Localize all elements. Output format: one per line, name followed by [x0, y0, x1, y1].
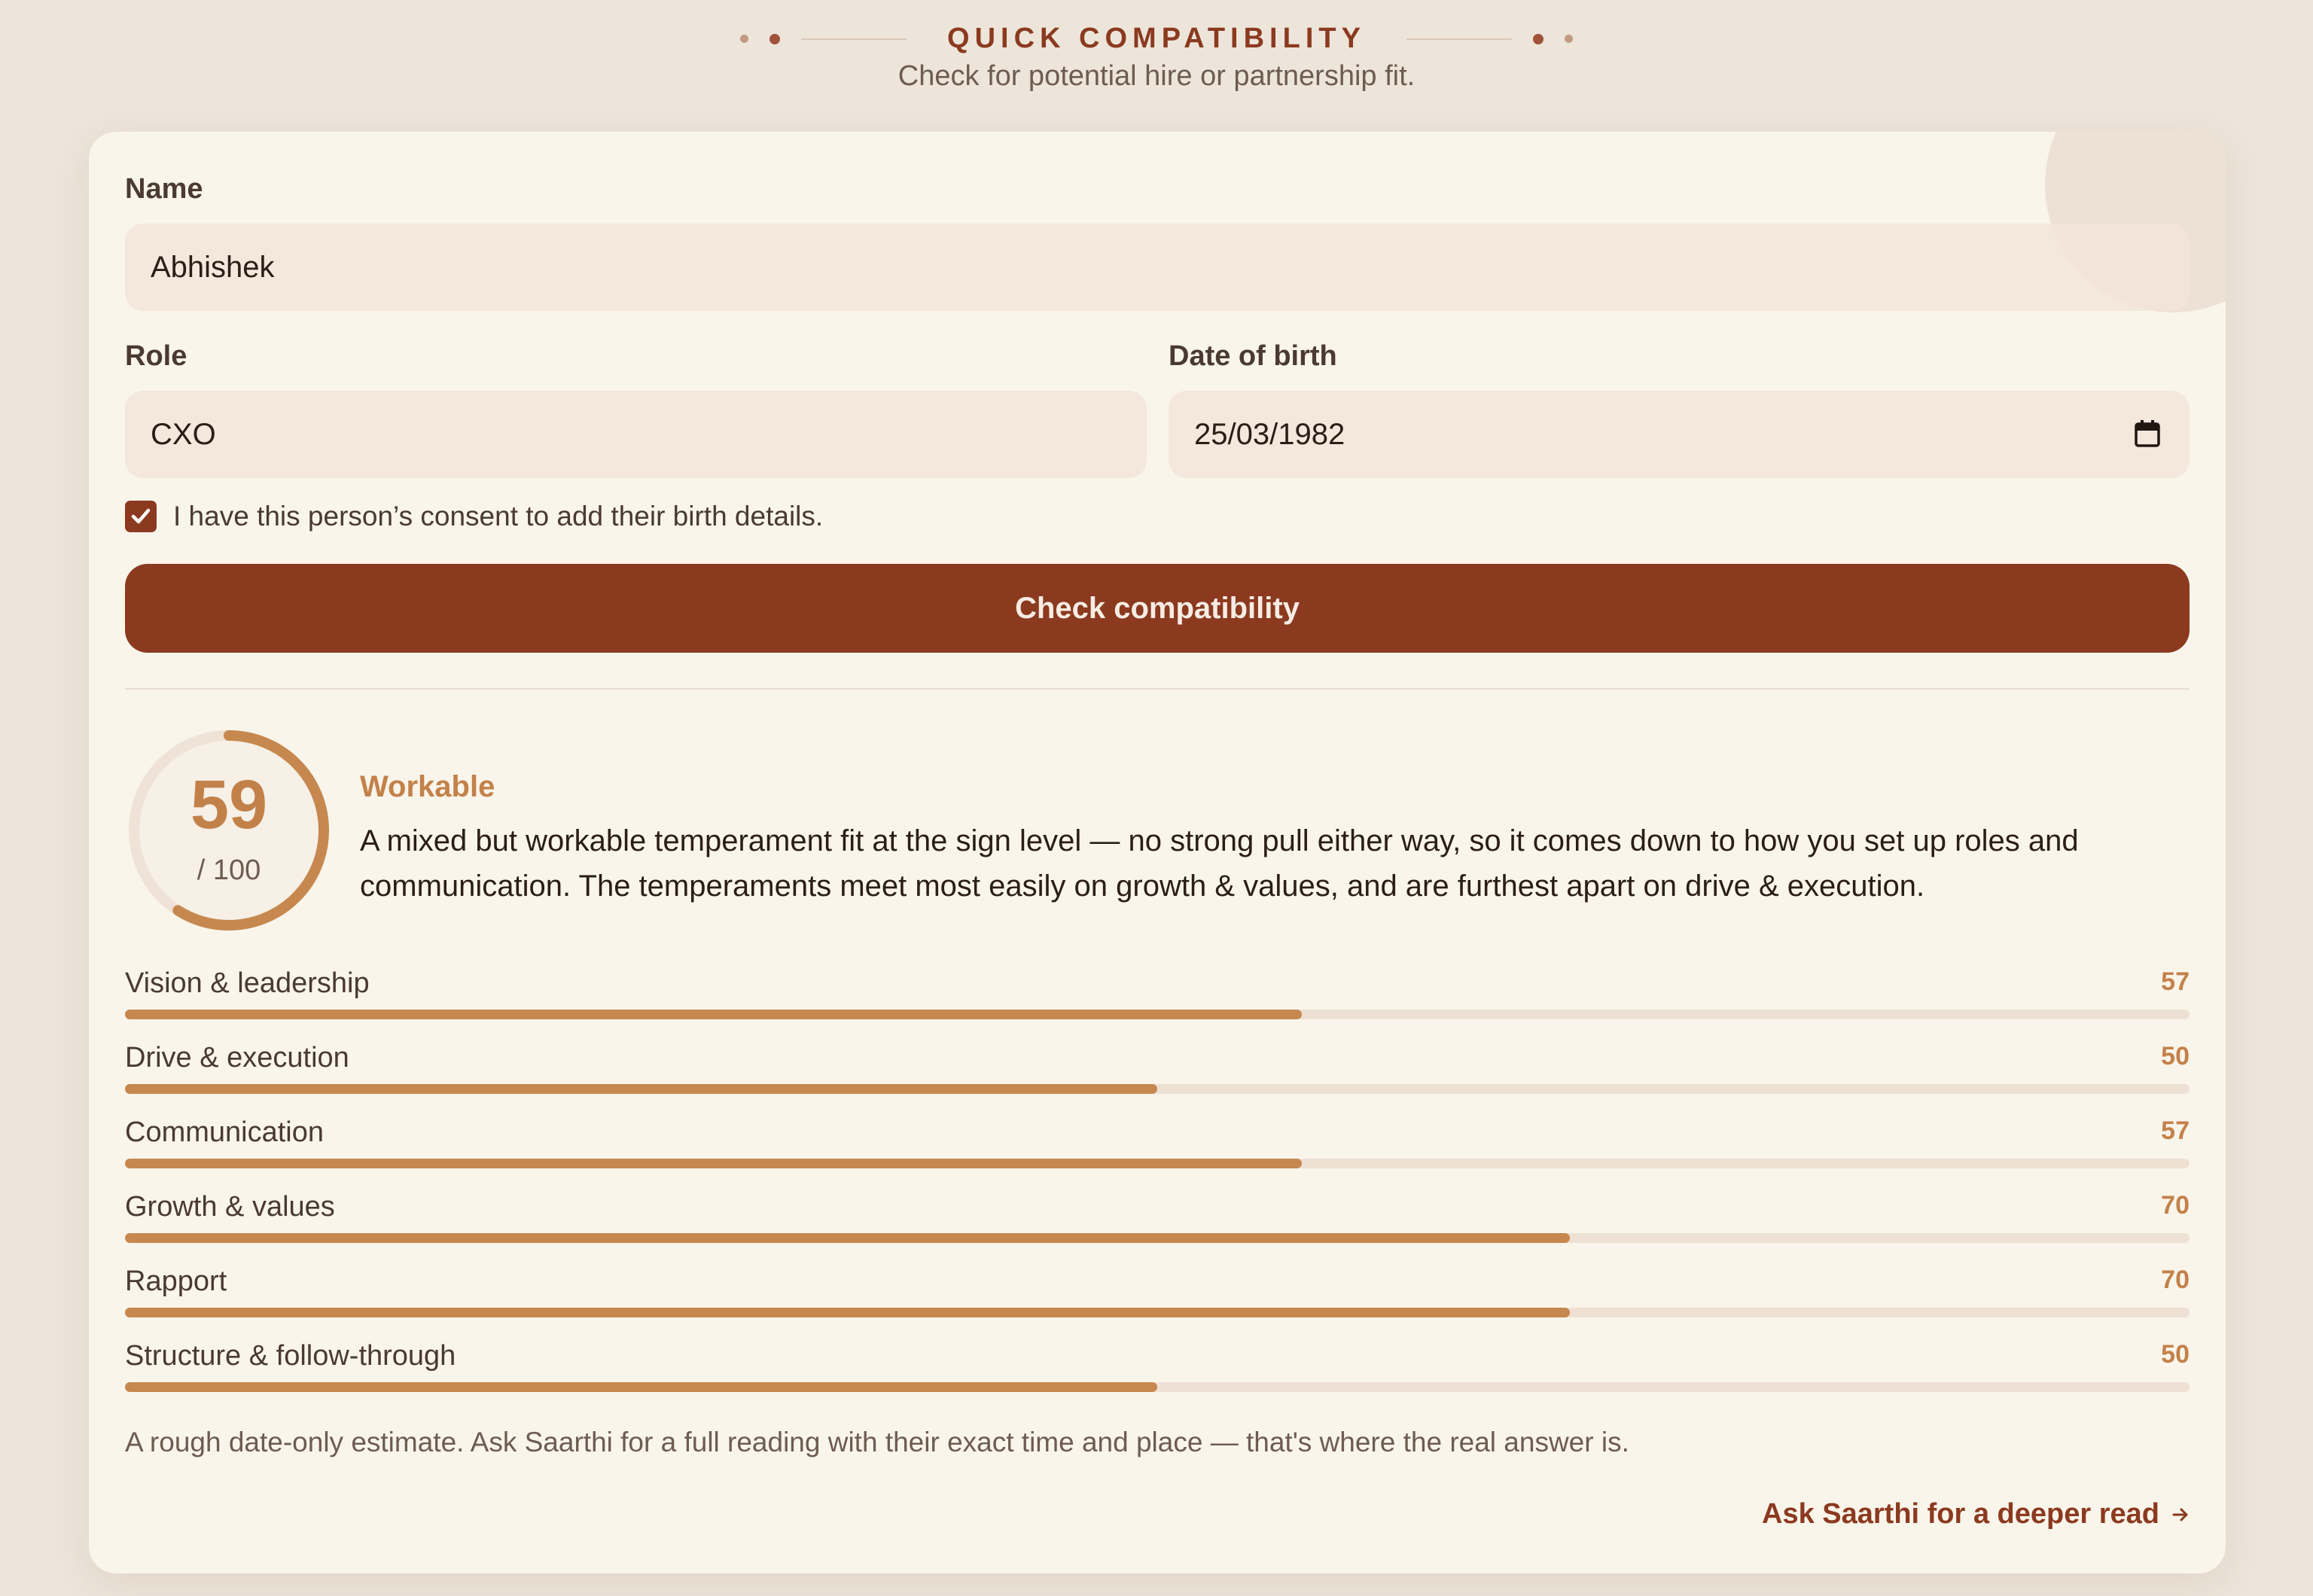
consent-text: I have this person’s consent to add thei…: [173, 501, 824, 531]
metric-label: Structure & follow-through: [125, 1340, 456, 1372]
score-total: / 100: [197, 854, 261, 886]
metric-bar-track: [125, 1308, 2190, 1317]
dob-input[interactable]: 25/03/1982: [1169, 391, 2190, 478]
decor-dot-icon: [769, 33, 781, 44]
role-input[interactable]: CXO: [125, 391, 1147, 478]
metric-score: 57: [2161, 967, 2190, 996]
metric-bar-fill: [125, 1233, 1571, 1243]
checkmark-icon: [131, 508, 151, 524]
metric-bar-track: [125, 1159, 2190, 1168]
metric-bar-fill: [125, 1010, 1302, 1019]
score-gauge: 59 / 100: [125, 726, 333, 934]
metric-bar-fill: [125, 1084, 1157, 1094]
calendar-icon[interactable]: [2134, 419, 2161, 448]
dob-label: Date of birth: [1169, 340, 1337, 372]
metric-score: 70: [2161, 1266, 2190, 1294]
metric-row: Rapport 70: [125, 1266, 2190, 1326]
metric-score: 50: [2161, 1042, 2190, 1071]
arrow-right-icon: [2172, 1508, 2188, 1521]
section-eyebrow: QUICK COMPATIBILITY: [947, 23, 1366, 54]
decor-dot-icon: [740, 35, 749, 43]
compatibility-card: Name Abhishek Role CXO Date of birth 25/…: [89, 132, 2226, 1573]
name-label: Name: [125, 173, 203, 205]
footnote: A rough date-only estimate. Ask Saarthi …: [125, 1427, 1629, 1457]
metric-row: Vision & leadership 57: [125, 967, 2190, 1028]
metric-label: Rapport: [125, 1266, 227, 1297]
metric-bar-track: [125, 1233, 2190, 1243]
consent-row[interactable]: I have this person’s consent to add thei…: [125, 501, 823, 532]
section-subtitle: Check for potential hire or partnership …: [897, 60, 1416, 92]
metric-row: Structure & follow-through 50: [125, 1340, 2190, 1400]
metric-score: 70: [2161, 1191, 2190, 1220]
metric-label: Growth & values: [125, 1191, 335, 1223]
metric-bar-fill: [125, 1308, 1571, 1317]
metric-label: Communication: [125, 1116, 324, 1148]
name-input[interactable]: Abhishek: [125, 224, 2190, 311]
role-label: Role: [125, 340, 187, 372]
metric-bar-fill: [125, 1159, 1302, 1168]
section-header: QUICK COMPATIBILITY Check for potential …: [0, 0, 2313, 120]
metric-bar-track: [125, 1382, 2190, 1392]
summary-text: A mixed but workable temperament fit at …: [360, 824, 2079, 903]
metric-score: 57: [2161, 1116, 2190, 1145]
metric-label: Vision & leadership: [125, 967, 370, 999]
decor-rule: [1406, 38, 1512, 40]
metric-row: Drive & execution 50: [125, 1042, 2190, 1102]
metric-row: Growth & values 70: [125, 1191, 2190, 1251]
metric-row: Communication 57: [125, 1116, 2190, 1177]
dob-input-value: 25/03/1982: [1194, 417, 1345, 451]
score-value: 59: [190, 766, 268, 843]
ask-saarthi-link[interactable]: Ask Saarthi for a deeper read: [1762, 1498, 2190, 1531]
metric-bar-fill: [125, 1382, 1157, 1392]
divider: [125, 688, 2190, 690]
decor-rule: [801, 38, 907, 40]
ask-saarthi-label: Ask Saarthi for a deeper read: [1762, 1498, 2159, 1530]
metric-bar-track: [125, 1010, 2190, 1019]
role-input-value: CXO: [151, 417, 216, 451]
metric-score: 50: [2161, 1340, 2190, 1369]
name-input-value: Abhishek: [151, 250, 275, 284]
check-compatibility-button[interactable]: Check compatibility: [125, 564, 2190, 653]
decor-dot-icon: [1532, 33, 1544, 44]
metric-label: Drive & execution: [125, 1042, 349, 1074]
consent-checkbox[interactable]: [125, 501, 157, 532]
metric-bar-track: [125, 1084, 2190, 1094]
verdict-label: Workable: [360, 770, 495, 803]
eyebrow-row: QUICK COMPATIBILITY: [0, 23, 2313, 55]
decor-dot-icon: [1564, 35, 1573, 43]
